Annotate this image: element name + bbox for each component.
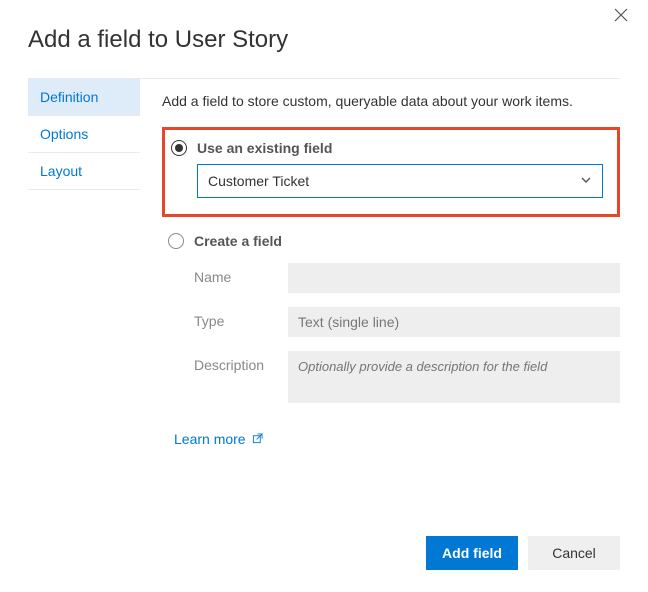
row-description: Description	[194, 351, 620, 403]
sidebar-item-layout[interactable]: Layout	[28, 153, 140, 190]
radio-icon-unchecked	[168, 233, 184, 249]
type-label: Type	[194, 307, 276, 329]
radio-icon-checked	[171, 140, 187, 156]
main-panel: Add a field to store custom, queryable d…	[140, 79, 648, 447]
sidebar-item-options[interactable]: Options	[28, 116, 140, 153]
radio-label: Use an existing field	[197, 140, 332, 156]
name-input[interactable]	[288, 263, 620, 293]
row-type: Type	[194, 307, 620, 337]
name-label: Name	[194, 263, 276, 285]
close-icon	[614, 8, 628, 22]
description-label: Description	[194, 351, 276, 373]
sidebar-item-definition[interactable]: Definition	[28, 79, 140, 116]
dialog-footer: Add field Cancel	[426, 536, 620, 570]
description-textarea[interactable]	[288, 351, 620, 403]
sidebar-item-label: Options	[40, 126, 88, 142]
learn-more-link[interactable]: Learn more	[174, 431, 263, 447]
sidebar-item-label: Layout	[40, 163, 82, 179]
radio-create-field[interactable]: Create a field	[168, 233, 620, 249]
select-value: Customer Ticket	[208, 173, 309, 189]
sidebar-item-label: Definition	[40, 89, 98, 105]
dialog-title: Add a field to User Story	[28, 26, 620, 54]
sidebar: Definition Options Layout	[0, 79, 140, 447]
radio-label: Create a field	[194, 233, 282, 249]
radio-use-existing[interactable]: Use an existing field	[171, 140, 603, 156]
chevron-down-icon	[580, 173, 592, 189]
add-field-dialog: Add a field to User Story Definition Opt…	[0, 0, 648, 592]
row-name: Name	[194, 263, 620, 293]
close-button[interactable]	[614, 8, 634, 28]
add-field-button[interactable]: Add field	[426, 536, 518, 570]
external-link-icon	[252, 431, 263, 447]
type-select[interactable]	[288, 307, 620, 337]
cancel-button[interactable]: Cancel	[528, 536, 620, 570]
learn-more-label: Learn more	[174, 431, 246, 447]
create-field-section: Create a field Name Type Description Lea…	[162, 233, 620, 447]
intro-text: Add a field to store custom, queryable d…	[162, 93, 620, 109]
use-existing-section: Use an existing field Customer Ticket	[162, 127, 620, 217]
dialog-body: Definition Options Layout Add a field to…	[0, 79, 648, 447]
existing-field-select[interactable]: Customer Ticket	[197, 164, 603, 198]
